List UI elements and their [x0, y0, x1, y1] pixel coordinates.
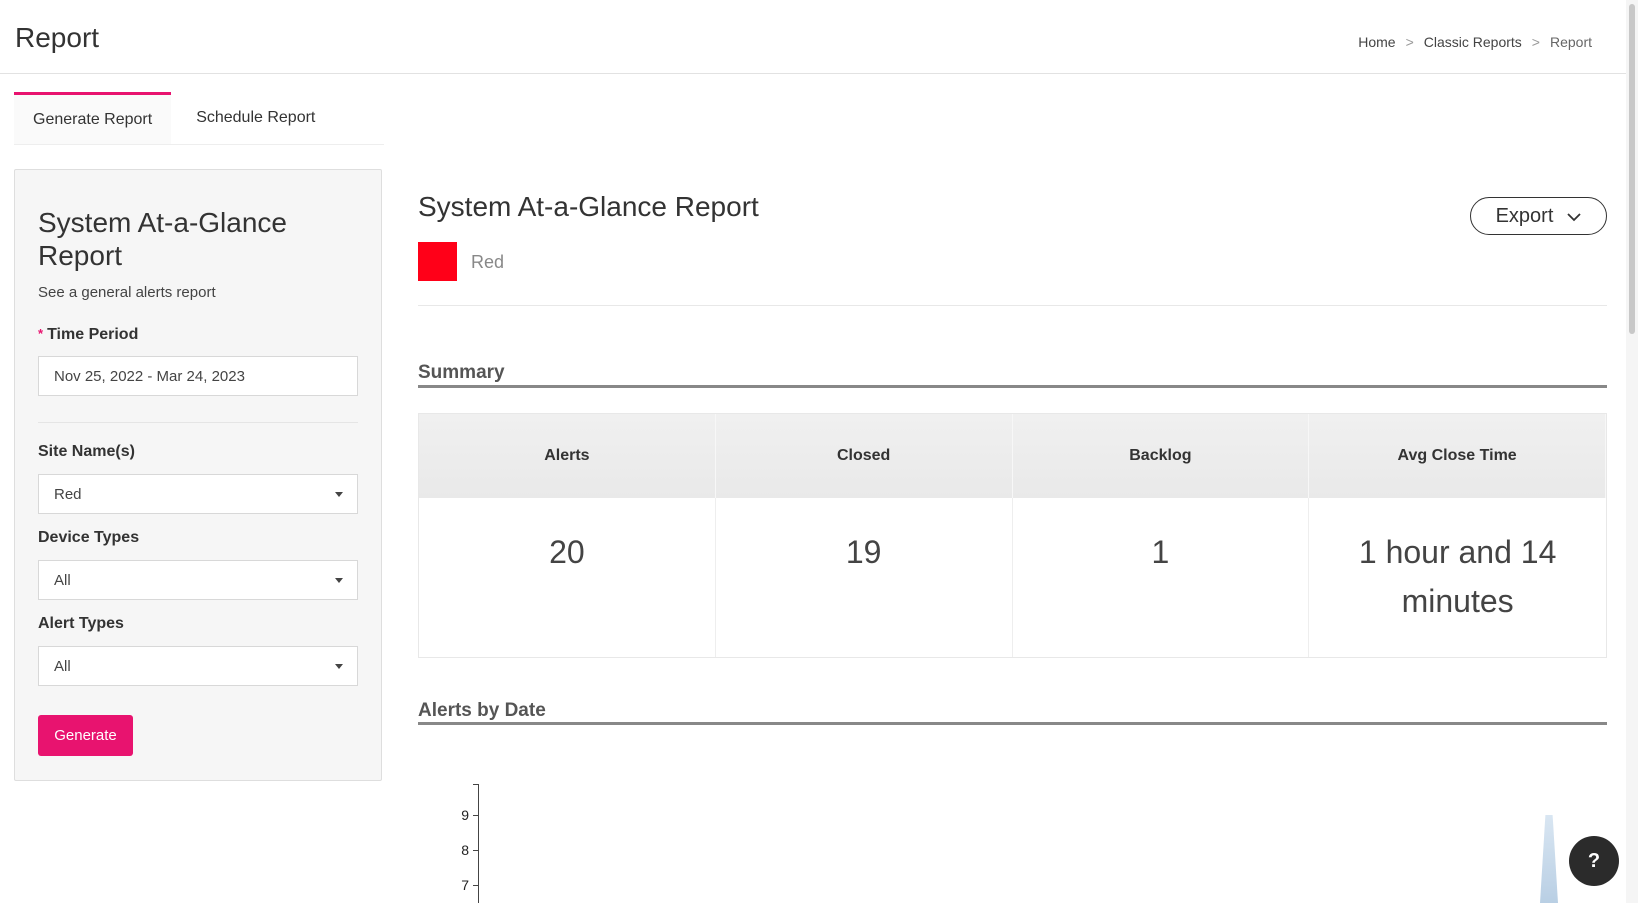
- caret-down-icon: [335, 664, 343, 669]
- report-header-divider: [418, 305, 1607, 306]
- summary-value-backlog: 1: [1012, 498, 1310, 657]
- summary-value-alerts: 20: [419, 498, 716, 657]
- y-tick-label: 8: [461, 842, 469, 858]
- time-period-value: Nov 25, 2022 - Mar 24, 2023: [54, 367, 245, 385]
- y-tick: [473, 885, 479, 886]
- summary-rule: [418, 385, 1607, 388]
- caret-down-icon: [335, 578, 343, 583]
- summary-header-backlog: Backlog: [1012, 414, 1310, 498]
- alerts-by-date-title: Alerts by Date: [418, 700, 546, 721]
- form-divider: [38, 422, 358, 423]
- required-asterisk-icon: *: [38, 326, 44, 341]
- form-title: System At-a-Glance Report: [38, 207, 287, 271]
- summary-header-alerts: Alerts: [419, 414, 716, 498]
- alerts-by-date-rule: [418, 722, 1607, 725]
- chevron-down-icon: [1567, 205, 1582, 228]
- site-names-label: Site Name(s): [38, 443, 135, 460]
- time-period-label-text: Time Period: [47, 326, 139, 343]
- breadcrumb-separator: >: [1531, 34, 1540, 50]
- summary-title: Summary: [418, 362, 505, 383]
- y-tick: [473, 850, 479, 851]
- y-tick-label: 9: [461, 807, 469, 823]
- device-types-label: Device Types: [38, 529, 140, 546]
- y-tick: [473, 815, 479, 816]
- time-period-input[interactable]: Nov 25, 2022 - Mar 24, 2023: [38, 356, 358, 396]
- summary-value-closed: 19: [715, 498, 1013, 657]
- export-button[interactable]: Export: [1470, 197, 1607, 235]
- scrollbar-thumb[interactable]: [1629, 4, 1635, 334]
- breadcrumb-classic-reports-link[interactable]: Classic Reports: [1424, 34, 1522, 50]
- summary-table: Alerts Closed Backlog Avg Close Time 20 …: [418, 413, 1607, 658]
- form-subtitle: See a general alerts report: [38, 284, 216, 301]
- generate-button[interactable]: Generate: [38, 715, 133, 756]
- site-label: Red: [471, 252, 505, 272]
- breadcrumb-current: Report: [1549, 34, 1592, 50]
- alert-types-label: Alert Types: [38, 615, 124, 632]
- time-period-label: * Time Period: [38, 326, 138, 344]
- caret-down-icon: [335, 492, 343, 497]
- chart-y-axis-cap: [473, 784, 479, 785]
- top-bar: Report Home > Classic Reports > Report: [0, 0, 1626, 74]
- summary-header-avg-close-time: Avg Close Time: [1309, 414, 1606, 498]
- page-scrollbar[interactable]: [1626, 0, 1638, 903]
- help-button[interactable]: ?: [1569, 836, 1619, 886]
- breadcrumb-home-link[interactable]: Home: [1358, 34, 1395, 50]
- report-tabs: Generate Report Schedule Report: [14, 92, 384, 145]
- export-label: Export: [1495, 204, 1554, 227]
- tab-generate-report[interactable]: Generate Report: [14, 92, 172, 144]
- site-color-swatch: [418, 242, 457, 281]
- breadcrumb-separator: >: [1405, 34, 1414, 50]
- chart-bar: [1540, 815, 1558, 903]
- report-title: System At-a-Glance Report: [418, 191, 759, 222]
- alert-types-value: All: [54, 657, 71, 675]
- site-names-select[interactable]: Red: [38, 474, 358, 514]
- device-types-select[interactable]: All: [38, 560, 358, 600]
- summary-value-avg-close-time: 1 hour and 14 minutes: [1309, 498, 1606, 657]
- summary-header-closed: Closed: [715, 414, 1013, 498]
- page-title: Report: [15, 22, 100, 53]
- site-names-value: Red: [54, 485, 82, 503]
- tab-schedule-report[interactable]: Schedule Report: [171, 92, 334, 144]
- device-types-value: All: [54, 571, 71, 589]
- report-form-panel: System At-a-Glance Report See a general …: [14, 169, 382, 781]
- y-tick-label: 7: [461, 877, 469, 893]
- breadcrumb: Home > Classic Reports > Report: [1358, 34, 1592, 50]
- alert-types-select[interactable]: All: [38, 646, 358, 686]
